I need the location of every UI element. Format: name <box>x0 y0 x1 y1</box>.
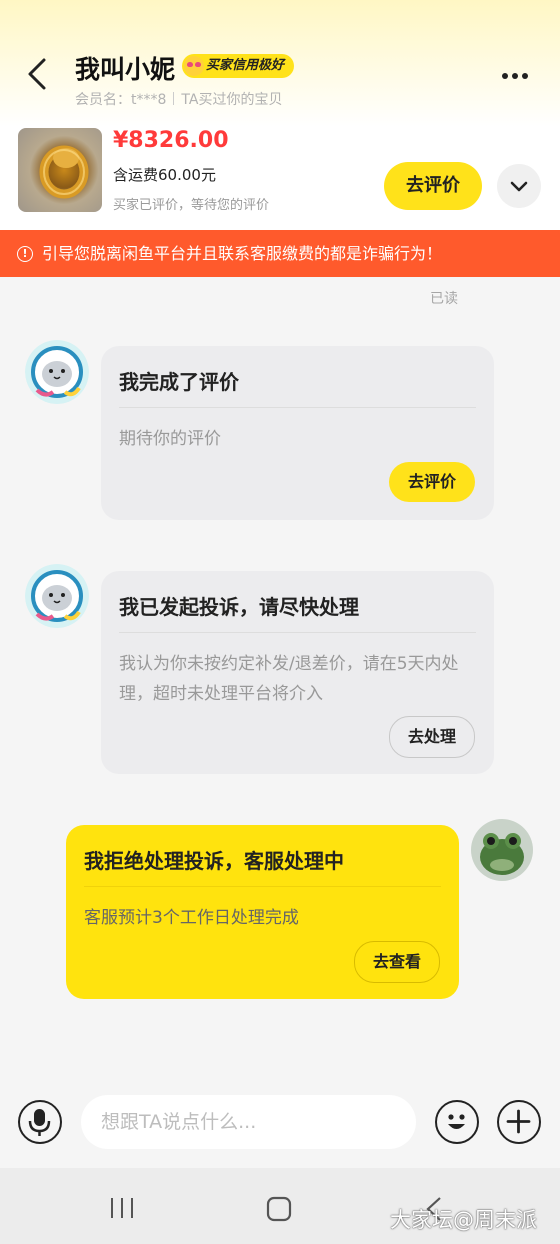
user-avatar[interactable] <box>471 819 533 881</box>
watermark: 大家坛@周末派 <box>390 1208 537 1232</box>
message-body: 期待你的评价 <box>119 429 221 449</box>
frog-avatar-icon <box>471 819 533 881</box>
contact-name[interactable]: 我叫小妮 <box>75 50 175 86</box>
recent-apps-icon[interactable] <box>108 1196 136 1220</box>
product-price: ¥8326.00 <box>113 128 229 153</box>
seal-mascot-icon <box>25 564 89 628</box>
seller-avatar[interactable] <box>25 564 89 628</box>
message-title: 我完成了评价 <box>119 370 239 394</box>
order-status: 买家已评价，等待您的评价 <box>113 198 270 213</box>
message-title: 我已发起投诉，请尽快处理 <box>119 595 359 619</box>
chevron-down-icon[interactable] <box>497 164 541 208</box>
credit-badge: 买家信用极好 <box>182 54 295 78</box>
add-icon[interactable] <box>497 1100 541 1144</box>
seller-avatar[interactable] <box>25 340 89 404</box>
purchase-relation: TA买过你的宝贝 <box>181 92 283 108</box>
go-review-button[interactable]: 去评价 <box>384 162 482 210</box>
message-card: 我已发起投诉，请尽快处理 我认为你未按约定补发/退差价，请在5天内处理，超时未处… <box>101 571 494 774</box>
message-card: 我完成了评价 期待你的评价 去评价 <box>101 346 494 520</box>
member-name: 会员名：t***8 <box>75 92 167 108</box>
back-arrow-icon[interactable] <box>18 54 58 94</box>
message-body: 我认为你未按约定补发/退差价，请在5天内处理，超时未处理平台将介入 <box>119 654 459 704</box>
more-options-icon[interactable] <box>502 64 538 84</box>
alert-icon: ! <box>17 246 33 262</box>
microphone-icon[interactable] <box>18 1100 62 1144</box>
warning-text: 引导您脱离闲鱼平台并且联系客服缴费的都是诈骗行为！ <box>42 244 443 263</box>
home-icon[interactable] <box>266 1196 292 1222</box>
seal-mascot-icon <box>25 340 89 404</box>
message-title: 我拒绝处理投诉，客服处理中 <box>84 849 344 873</box>
fraud-warning-banner: ! 引导您脱离闲鱼平台并且联系客服缴费的都是诈骗行为！ <box>0 230 560 277</box>
message-input[interactable]: 想跟TA说点什么... <box>81 1095 416 1149</box>
message-card-self: 我拒绝处理投诉，客服处理中 客服预计3个工作日处理完成 去查看 <box>66 825 459 999</box>
read-receipt: 已读 <box>430 291 458 307</box>
emoji-icon[interactable] <box>435 1100 479 1144</box>
divider <box>119 407 476 408</box>
heart-eyes-icon <box>184 56 204 76</box>
go-view-button[interactable]: 去查看 <box>354 941 440 983</box>
credit-badge-label: 买家信用极好 <box>206 58 285 73</box>
divider <box>84 886 441 887</box>
member-info: 会员名：t***8 TA买过你的宝贝 <box>75 89 282 109</box>
product-thumbnail[interactable] <box>18 128 102 212</box>
shipping-fee: 含运费60.00元 <box>113 166 216 184</box>
divider <box>119 632 476 633</box>
message-body: 客服预计3个工作日处理完成 <box>84 908 299 928</box>
go-review-button[interactable]: 去评价 <box>389 462 475 502</box>
ring-image-icon <box>39 145 89 199</box>
go-handle-button[interactable]: 去处理 <box>389 716 475 758</box>
